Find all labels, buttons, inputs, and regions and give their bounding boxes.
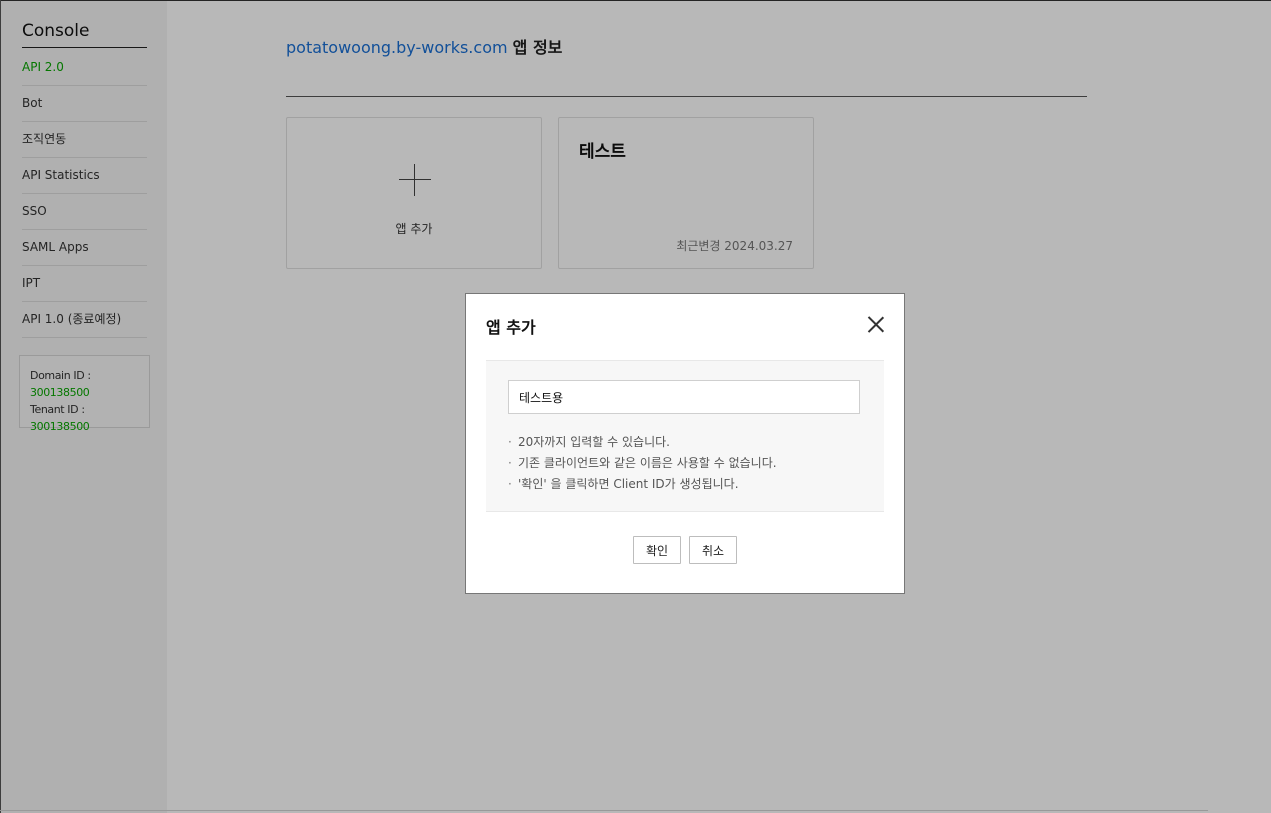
confirm-button[interactable]: 확인 xyxy=(633,536,681,564)
bottom-scrollbar-line xyxy=(0,810,1208,811)
note-item: 20자까지 입력할 수 있습니다. xyxy=(508,432,777,453)
add-app-modal: 앱 추가 20자까지 입력할 수 있습니다. 기존 클라이언트와 같은 이름은 … xyxy=(465,293,905,594)
modal-title: 앱 추가 xyxy=(486,318,536,337)
app-name-input[interactable] xyxy=(508,380,860,414)
input-notes: 20자까지 입력할 수 있습니다. 기존 클라이언트와 같은 이름은 사용할 수… xyxy=(508,432,777,495)
modal-body: 20자까지 입력할 수 있습니다. 기존 클라이언트와 같은 이름은 사용할 수… xyxy=(486,360,884,512)
close-icon[interactable] xyxy=(866,314,886,334)
cancel-button[interactable]: 취소 xyxy=(689,536,737,564)
note-item: '확인' 을 클릭하면 Client ID가 생성됩니다. xyxy=(508,474,777,495)
note-item: 기존 클라이언트와 같은 이름은 사용할 수 없습니다. xyxy=(508,453,777,474)
